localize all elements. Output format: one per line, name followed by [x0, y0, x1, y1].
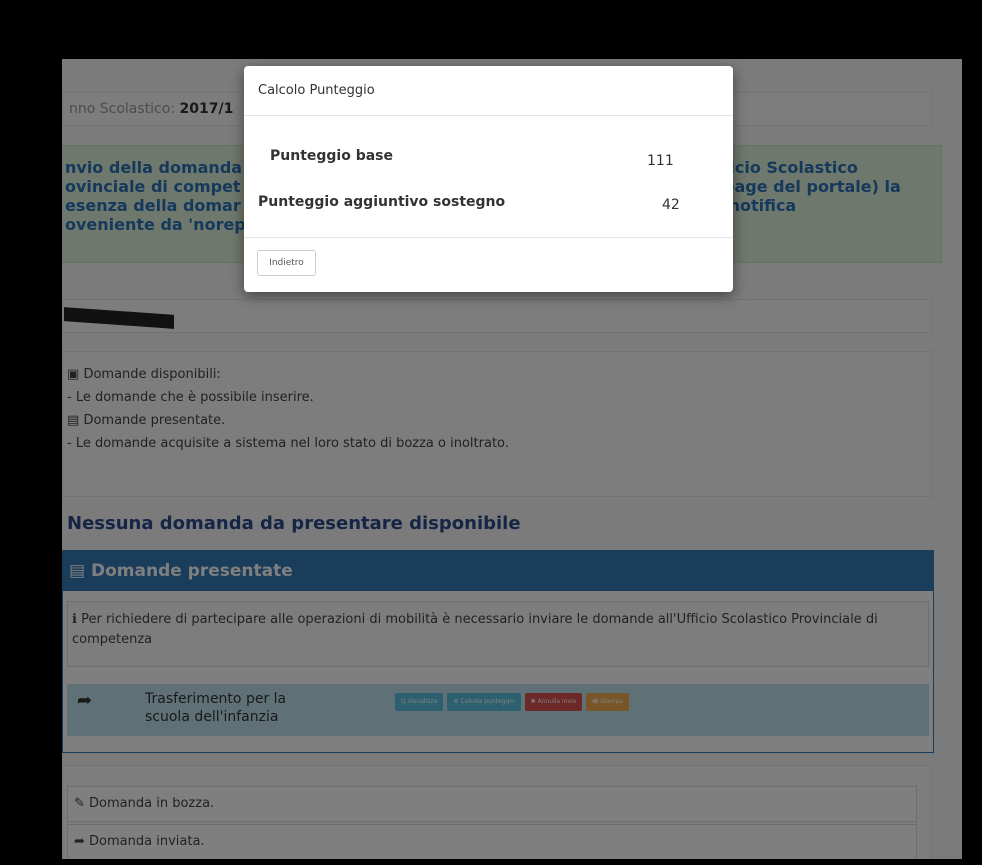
legend-draft: ✎ Domanda in bozza. [67, 786, 917, 822]
document-icon: ▤ [67, 413, 80, 428]
legend-available-title: Domande disponibili: [83, 367, 221, 382]
score-value-base: 111 [647, 153, 674, 169]
user-bar [62, 299, 932, 333]
legend-sent: ➦ Domanda inviata. [67, 824, 917, 859]
score-modal: Calcolo Punteggio Punteggio base 111 Pun… [244, 66, 733, 292]
print-button[interactable]: 🖶 Stampa [586, 693, 630, 711]
legend-sent-label: Domanda inviata. [89, 834, 205, 849]
document-icon: ▤ [69, 561, 86, 581]
calculate-score-button[interactable]: ⚙ Calcola punteggio [447, 693, 521, 711]
screen: nno Scolastico: 2017/1 nvio della domand… [0, 0, 982, 865]
inbox-icon: ▣ [67, 367, 80, 382]
cancel-send-button[interactable]: ✖ Annulla invio [524, 693, 583, 711]
view-button[interactable]: Q Visualizza [395, 693, 444, 711]
panel-header: ▤ Domande presentate [63, 551, 933, 591]
info-icon: ℹ [72, 612, 77, 627]
legend-submitted-title: Domande presentate. [83, 413, 226, 428]
score-label-support: Punteggio aggiuntivo sostegno [258, 194, 506, 210]
modal-title: Calcolo Punteggio [244, 66, 733, 116]
share-icon: ➦ [74, 834, 85, 849]
info-box: ℹ Per richiedere di partecipare alle ope… [67, 601, 929, 667]
row-actions: Q Visualizza ⚙ Calcola punteggio ✖ Annul… [395, 693, 630, 711]
no-domande-heading: Nessuna domanda da presentare disponibil… [67, 513, 521, 534]
alert-text-right: ficio Scolastico page del portale) la no… [723, 158, 901, 215]
legend-available-desc: - Le domande che è possibile inserire. [67, 390, 314, 405]
score-value-support: 42 [662, 197, 680, 213]
modal-footer: Indietro [244, 238, 733, 292]
alert-text-left: nvio della domanda ovinciale di compet e… [65, 158, 246, 234]
back-button[interactable]: Indietro [257, 250, 316, 276]
score-label-base: Punteggio base [270, 148, 394, 164]
legend-submitted-desc: - Le domande acquisite a sistema nel lor… [67, 436, 509, 451]
list-item: ➦ Trasferimento per la scuola dell'infan… [67, 684, 929, 736]
panel-title: Domande presentate [90, 561, 293, 581]
domande-presentate-panel: ▤ Domande presentate ℹ Per richiedere di… [62, 550, 934, 753]
legend-box: ▣ Domande disponibili: - Le domande che … [62, 351, 932, 497]
legend-available: ▣ Domande disponibili: [67, 363, 931, 386]
domanda-label: Trasferimento per la scuola dell'infanzi… [145, 691, 287, 725]
legend-draft-label: Domanda in bozza. [89, 796, 215, 811]
status-legend: ✎ Domanda in bozza. ➦ Domanda inviata. [62, 765, 932, 859]
info-text: Per richiedere di partecipare alle opera… [72, 612, 878, 647]
school-year-value: 2017/1 [179, 101, 234, 117]
school-year-label: nno Scolastico: [69, 101, 180, 117]
legend-submitted: ▤ Domande presentate. [67, 409, 931, 432]
pencil-icon: ✎ [74, 796, 85, 811]
share-icon: ➦ [77, 690, 93, 711]
modal-body: Punteggio base 111 Punteggio aggiuntivo … [244, 116, 733, 238]
